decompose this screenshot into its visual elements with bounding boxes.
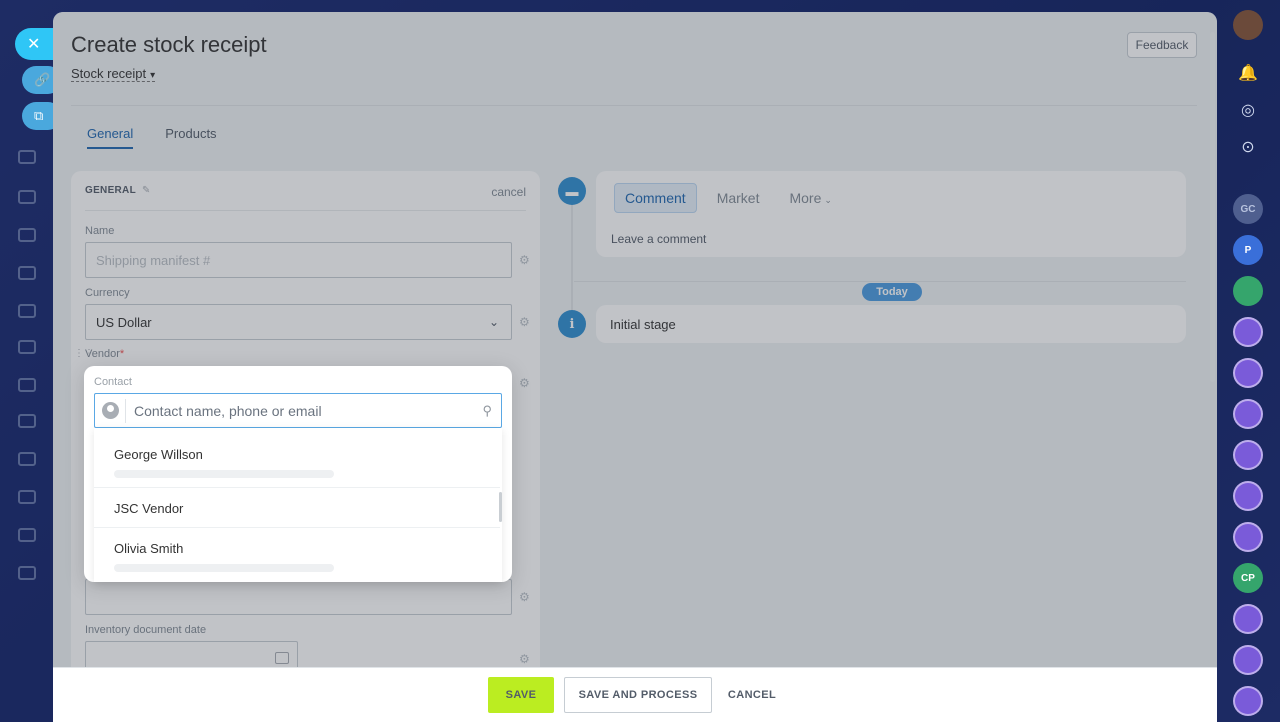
- contact-search-popup: Contact Contact name, phone or email ⚲ G…: [84, 366, 512, 582]
- search-icon[interactable]: ⚲: [482, 403, 492, 419]
- rail-contact-card[interactable]: [1233, 276, 1263, 306]
- contact-search-input[interactable]: Contact name, phone or email ⚲: [94, 393, 502, 428]
- save-button[interactable]: SAVE: [488, 677, 554, 713]
- cancel-button[interactable]: CANCEL: [722, 677, 782, 713]
- contact-details-blurred: [114, 564, 334, 572]
- contact-label: Contact: [94, 376, 132, 388]
- contact-name: Olivia Smith: [114, 541, 184, 556]
- user-icon: [102, 402, 119, 419]
- save-and-process-button[interactable]: SAVE AND PROCESS: [564, 677, 712, 713]
- list-item[interactable]: Olivia Smith: [94, 528, 500, 582]
- rail-chat-item[interactable]: [1233, 604, 1263, 634]
- contact-search-placeholder: Contact name, phone or email: [134, 402, 322, 419]
- list-item[interactable]: JSC Vendor: [94, 488, 500, 528]
- bell-icon[interactable]: 🔔: [1237, 62, 1259, 84]
- rail-chat-item[interactable]: [1233, 440, 1263, 470]
- rail-chat-item[interactable]: [1233, 358, 1263, 388]
- rail-chat-item[interactable]: [1233, 522, 1263, 552]
- chat-search-icon[interactable]: ⊙: [1237, 136, 1259, 158]
- user-avatar[interactable]: [1233, 10, 1263, 40]
- rail-chat-item[interactable]: [1233, 481, 1263, 511]
- rail-avatar-cp[interactable]: CP: [1233, 563, 1263, 593]
- list-scrollbar[interactable]: [499, 492, 502, 522]
- right-rail: 🔔 ◎ ⊙ GC P CP: [1218, 0, 1280, 722]
- contact-name: George Willson: [114, 447, 203, 462]
- contact-details-blurred: [114, 470, 334, 478]
- list-item[interactable]: George Willson: [94, 428, 500, 488]
- rail-chat-item[interactable]: [1233, 399, 1263, 429]
- rail-chat-item[interactable]: [1233, 317, 1263, 347]
- contact-name: JSC Vendor: [114, 501, 184, 516]
- input-separator: [125, 398, 126, 423]
- rail-chat-item[interactable]: [1233, 645, 1263, 675]
- contact-results-list: George Willson JSC Vendor Olivia Smith: [94, 428, 502, 582]
- close-icon: ✕: [27, 36, 41, 53]
- rail-avatar-gc[interactable]: GC: [1233, 194, 1263, 224]
- rail-chat-item[interactable]: [1233, 686, 1263, 716]
- footer-bar: SAVE SAVE AND PROCESS CANCEL: [53, 667, 1217, 722]
- external-link-icon: ⧉: [34, 108, 44, 123]
- rail-avatar-p[interactable]: P: [1233, 235, 1263, 265]
- link-icon: 🔗: [34, 72, 51, 87]
- copilot-icon[interactable]: ◎: [1237, 99, 1259, 121]
